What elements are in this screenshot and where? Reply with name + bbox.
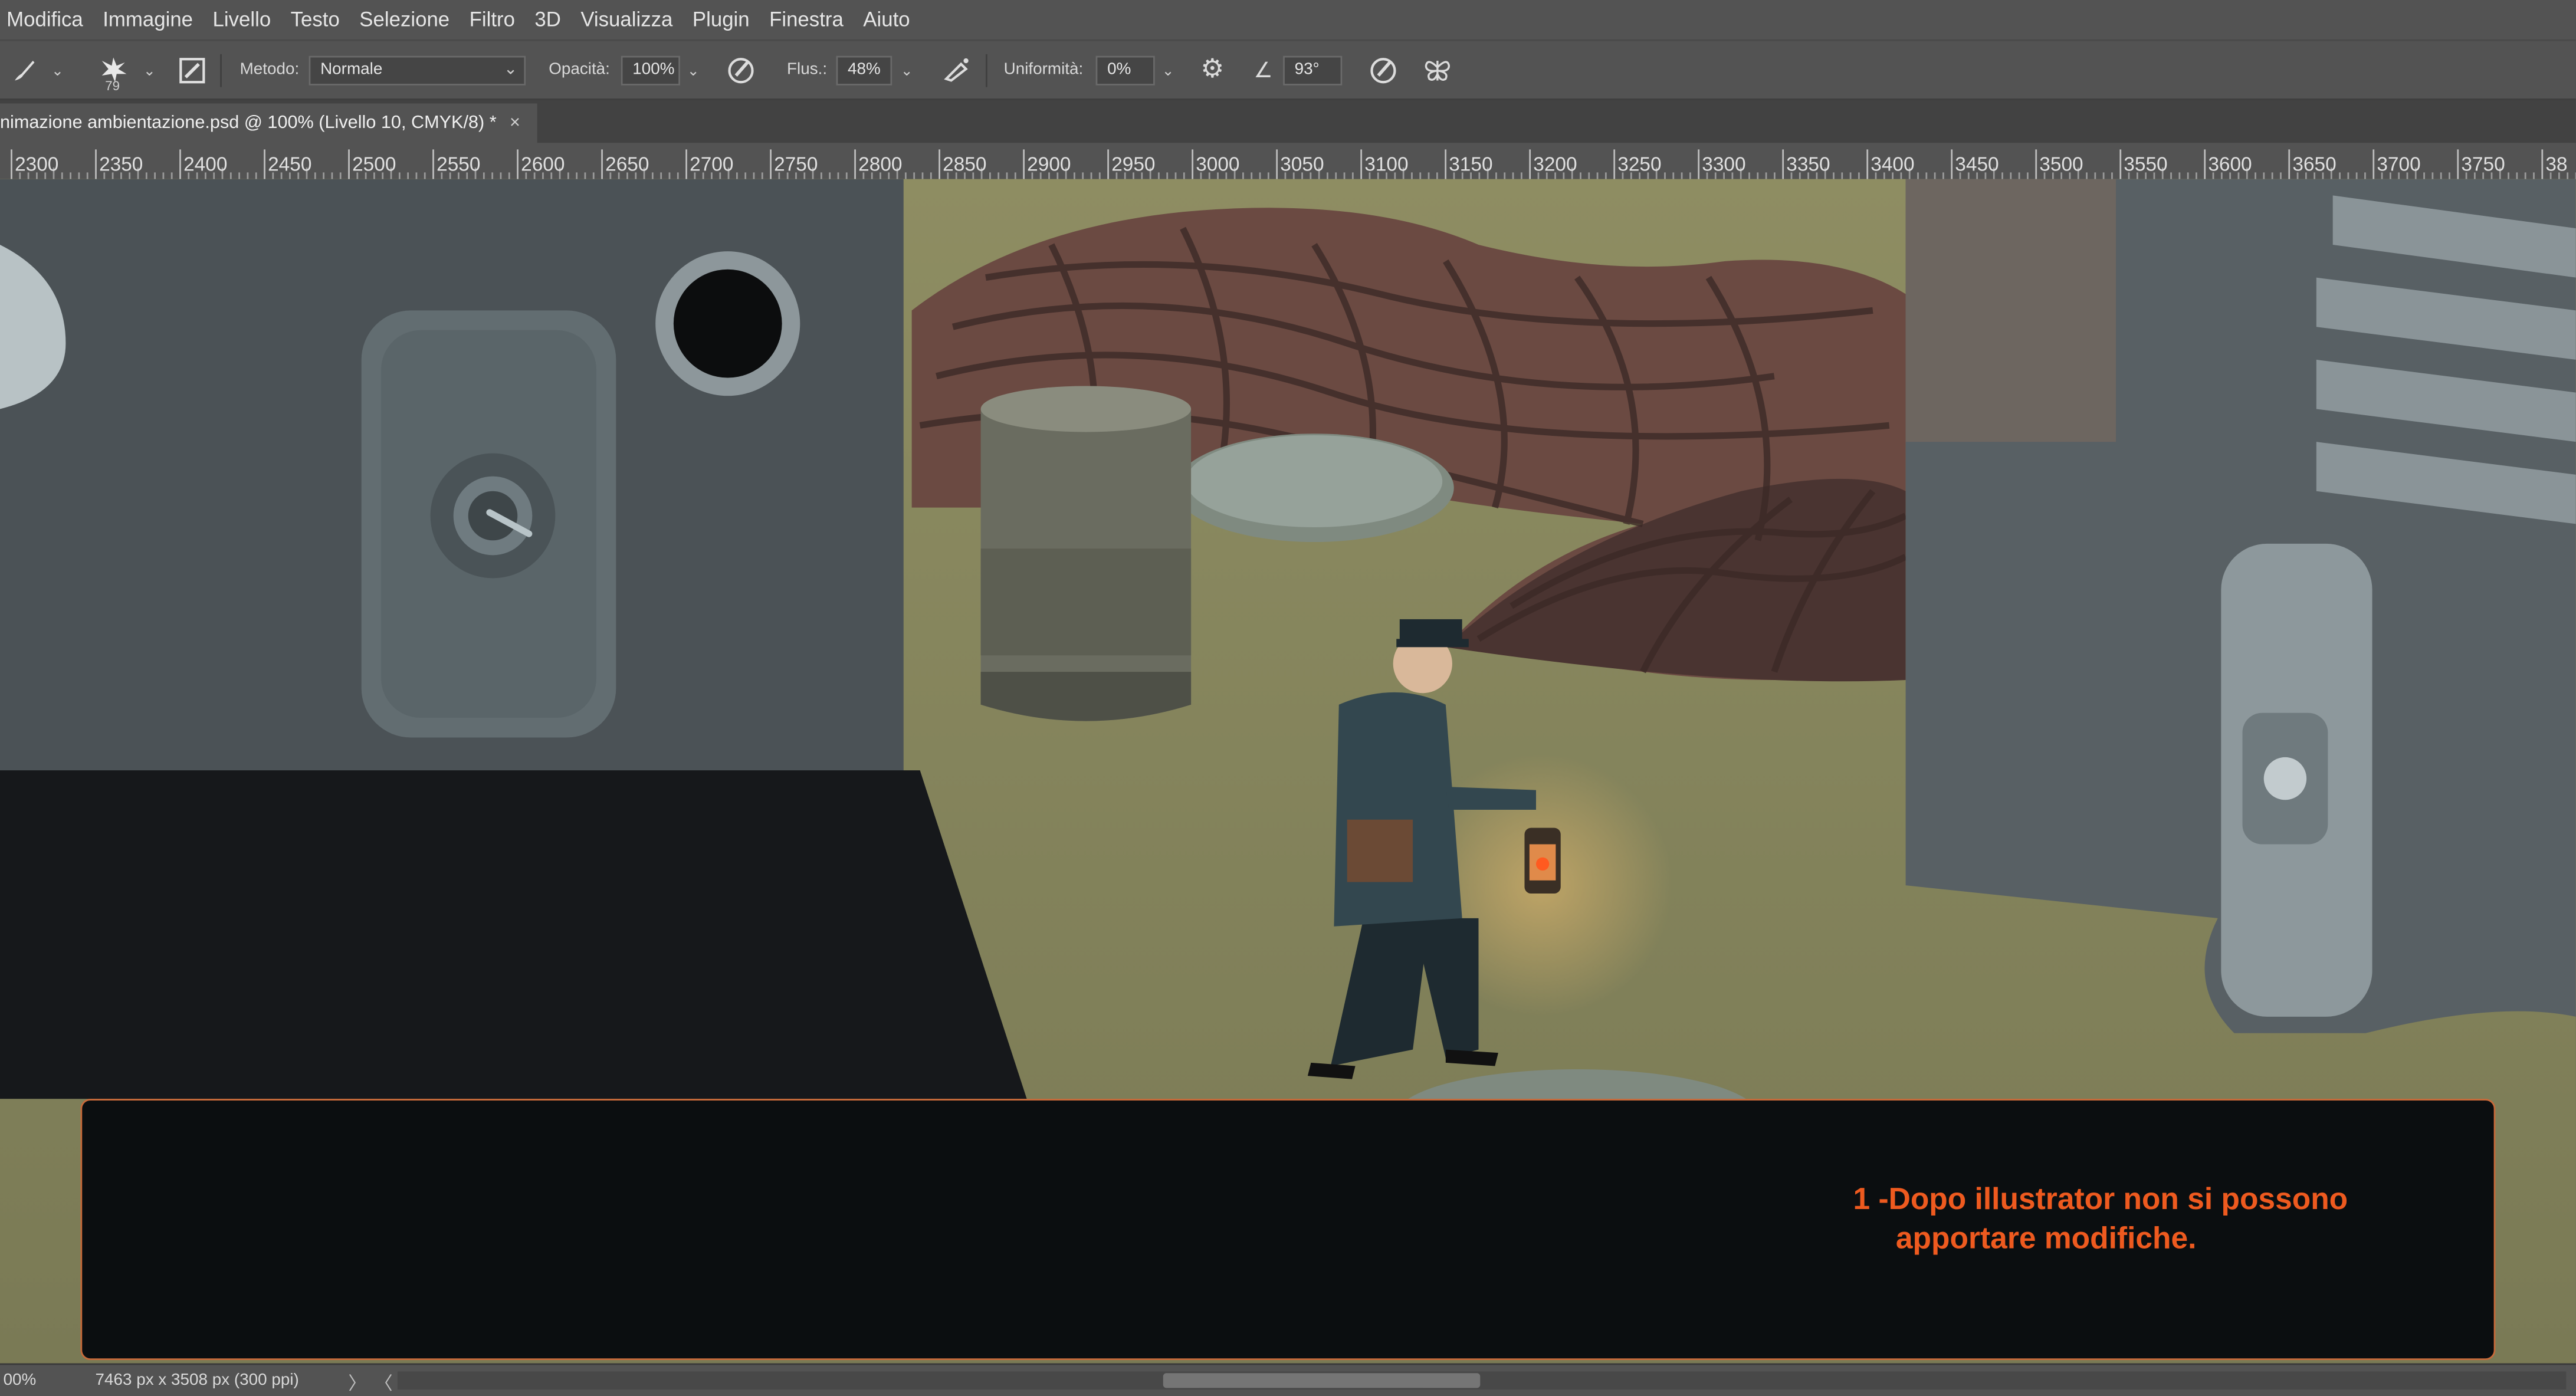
document-tab-title: nimazione ambientazione.psd @ 100% (Live… bbox=[0, 113, 497, 133]
ruler-label: 3250 bbox=[1617, 154, 1661, 176]
ruler-label: 3100 bbox=[1364, 154, 1408, 176]
ruler-label: 3550 bbox=[2124, 154, 2167, 176]
ruler-label: 2300 bbox=[15, 154, 58, 176]
close-icon[interactable]: × bbox=[510, 113, 520, 133]
ruler-label: 2900 bbox=[1027, 154, 1071, 176]
ruler-label: 3000 bbox=[1196, 154, 1239, 176]
menu-item-3d[interactable]: 3D bbox=[525, 0, 571, 40]
menu-item-testo[interactable]: Testo bbox=[281, 0, 350, 40]
blend-mode-value: Normale bbox=[320, 61, 383, 79]
zoom-level[interactable]: 00% bbox=[4, 1371, 37, 1390]
opacity-label: Opacità: bbox=[549, 61, 610, 79]
menu-item-aiuto[interactable]: Aiuto bbox=[854, 0, 920, 40]
smoothing-input[interactable]: 0% bbox=[1095, 55, 1155, 86]
caption-line-1: 1 -Dopo illustrator non si possono bbox=[1853, 1181, 2348, 1216]
status-bar: 00% 7463 px x 3508 px (300 ppi) 〉 〈 bbox=[0, 1363, 2576, 1396]
brush-preset-dropdown-icon[interactable]: ⌄ bbox=[46, 56, 69, 86]
caption-text: 1 -Dopo illustrator non si possono appor… bbox=[1853, 1180, 2444, 1259]
angle-icon: ∠ bbox=[1253, 57, 1273, 83]
ruler-label: 2450 bbox=[268, 154, 311, 176]
menu-item-finestra[interactable]: Finestra bbox=[759, 0, 853, 40]
ruler-label: 2700 bbox=[690, 154, 733, 176]
flow-dropdown-icon[interactable]: ⌄ bbox=[895, 56, 918, 86]
symmetry-butterfly-icon[interactable] bbox=[1419, 52, 1455, 88]
smoothing-label: Uniformità: bbox=[1003, 61, 1084, 79]
ruler-label: 3300 bbox=[1702, 154, 1745, 176]
menu-item-immagine[interactable]: Immagine bbox=[93, 0, 202, 40]
menu-item-filtro[interactable]: Filtro bbox=[460, 0, 525, 40]
ruler-ticks: 2300 2350 2400 2450 2500 2550 2600 2650 2700 2750… bbox=[11, 149, 2576, 179]
opacity-dropdown-icon[interactable]: ⌄ bbox=[682, 56, 705, 86]
brush-panel-toggle-icon[interactable] bbox=[174, 52, 210, 88]
opacity-input[interactable]: 100% bbox=[621, 55, 680, 86]
ruler-label: 2800 bbox=[858, 154, 902, 176]
ruler-label: 2850 bbox=[943, 154, 986, 176]
ruler-label: 38 bbox=[2545, 154, 2567, 176]
smoothing-dropdown-icon[interactable]: ⌄ bbox=[1157, 56, 1180, 86]
airbrush-icon[interactable] bbox=[938, 52, 974, 88]
scrollbar-thumb[interactable] bbox=[1163, 1373, 1481, 1388]
ruler-label: 2550 bbox=[437, 154, 480, 176]
menu-bar: Modifica Immagine Livello Testo Selezione Fil… bbox=[0, 0, 2576, 40]
menu-item-livello[interactable]: Livello bbox=[203, 0, 281, 40]
ruler-label: 3750 bbox=[2461, 154, 2505, 176]
tool-options-bar: ⌄ 79 ⌄ Metodo: Normale ⌄ Opacità: 100% ⌄ … bbox=[0, 39, 2576, 100]
ruler-label: 2950 bbox=[1111, 154, 1155, 176]
pressure-size-icon[interactable] bbox=[1365, 52, 1401, 88]
caption-panel: 1 -Dopo illustrator non si possono appor… bbox=[80, 1099, 2496, 1360]
menu-item-selezione[interactable]: Selezione bbox=[350, 0, 460, 40]
method-label: Metodo: bbox=[239, 61, 300, 79]
blend-mode-select[interactable]: Normale ⌄ bbox=[309, 55, 526, 86]
ruler-label: 2500 bbox=[352, 154, 396, 176]
ruler-label: 3450 bbox=[1955, 154, 1999, 176]
ruler-label: 3500 bbox=[2039, 154, 2083, 176]
flow-input[interactable]: 48% bbox=[836, 55, 892, 86]
brush-size-label: 79 bbox=[105, 78, 120, 94]
document-size[interactable]: 7463 px x 3508 px (300 ppi) bbox=[96, 1371, 299, 1390]
ruler-label: 2650 bbox=[605, 154, 649, 176]
menu-item-modifica[interactable]: Modifica bbox=[0, 0, 93, 40]
ruler-label: 2600 bbox=[521, 154, 565, 176]
document-tab[interactable]: nimazione ambientazione.psd @ 100% (Live… bbox=[0, 103, 537, 143]
ruler-label: 3400 bbox=[1871, 154, 1914, 176]
menu-item-visualizza[interactable]: Visualizza bbox=[571, 0, 683, 40]
status-expand-arrow-icon[interactable]: 〉 bbox=[348, 1370, 366, 1396]
photoshop-window: Modifica Immagine Livello Testo Selezione Fil… bbox=[0, 0, 2576, 1396]
ruler-label: 2350 bbox=[99, 154, 143, 176]
ruler-label: 3700 bbox=[2377, 154, 2420, 176]
ruler-label: 2400 bbox=[183, 154, 227, 176]
gear-icon[interactable]: ⚙ bbox=[1195, 52, 1230, 88]
caption-line-2: apportare modifiche. bbox=[1895, 1220, 2197, 1255]
ruler-label: 3350 bbox=[1786, 154, 1830, 176]
brush-tip-dropdown-icon[interactable]: ⌄ bbox=[138, 56, 161, 86]
separator bbox=[220, 54, 222, 87]
document-tab-bar: nimazione ambientazione.psd @ 100% (Live… bbox=[0, 100, 2576, 143]
ruler-label: 3150 bbox=[1449, 154, 1492, 176]
chevron-down-icon: ⌄ bbox=[503, 61, 518, 79]
angle-input[interactable]: 93° bbox=[1283, 55, 1343, 86]
brush-tool-icon[interactable] bbox=[6, 52, 42, 88]
horizontal-scrollbar[interactable] bbox=[397, 1371, 2567, 1390]
pressure-opacity-icon[interactable] bbox=[723, 52, 759, 88]
flow-label: Flus.: bbox=[787, 61, 828, 79]
ruler-label: 3050 bbox=[1280, 154, 1324, 176]
scroll-left-arrow-icon[interactable]: 〈 bbox=[375, 1370, 393, 1396]
separator bbox=[986, 54, 987, 87]
ruler-label: 3200 bbox=[1533, 154, 1577, 176]
ruler-label: 2750 bbox=[774, 154, 818, 176]
ruler-label: 3600 bbox=[2208, 154, 2252, 176]
menu-item-plugin[interactable]: Plugin bbox=[682, 0, 759, 40]
ruler-label: 3650 bbox=[2292, 154, 2336, 176]
horizontal-ruler[interactable]: 2300 2350 2400 2450 2500 2550 2600 2650 2700 2750… bbox=[0, 143, 2576, 181]
